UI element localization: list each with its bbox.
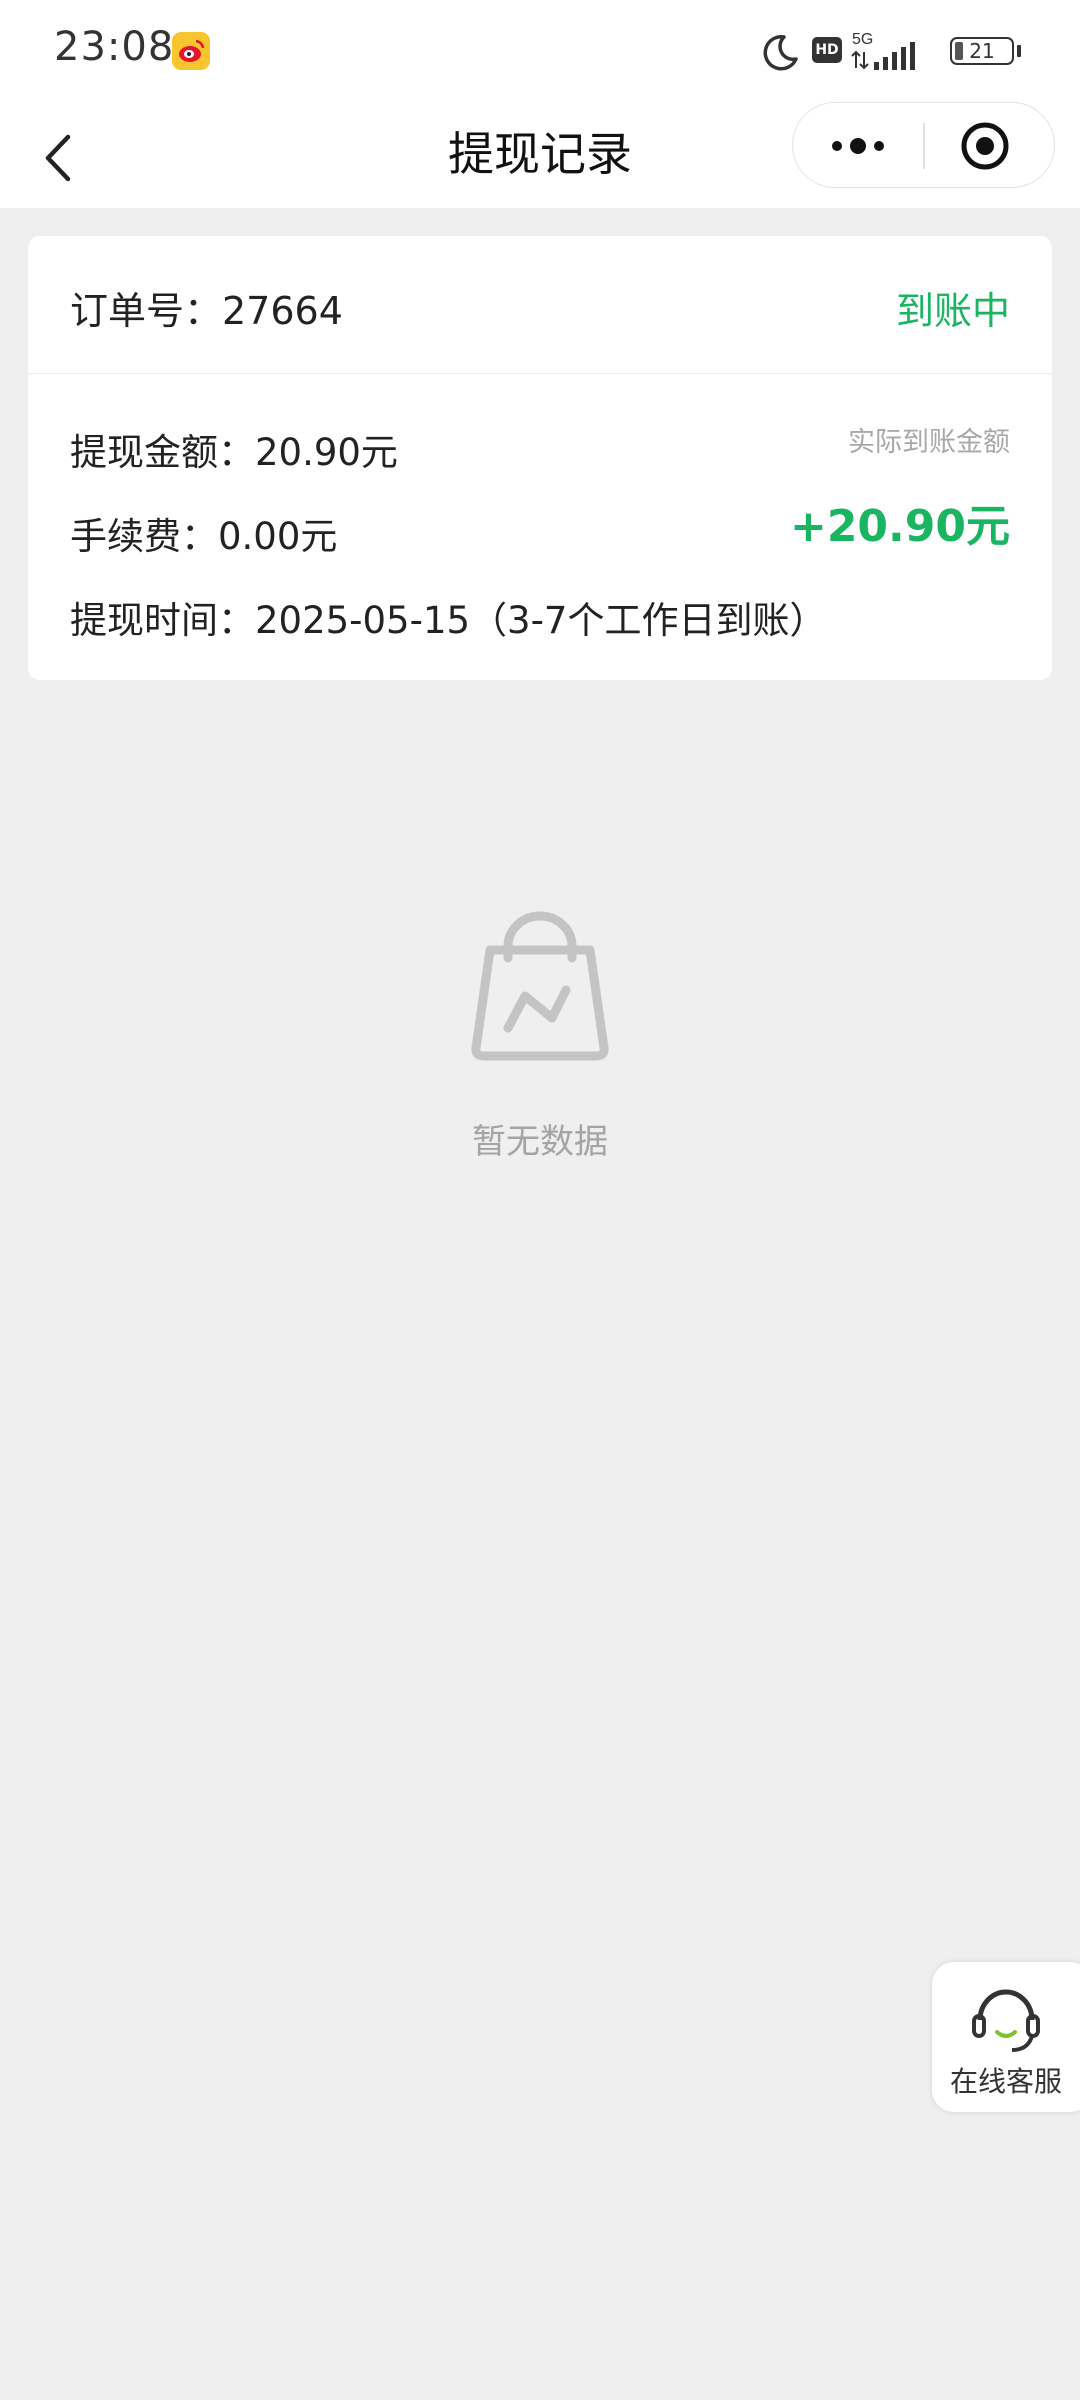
mini-program-capsule [792, 102, 1055, 188]
status-time: 23:08 [54, 24, 175, 70]
withdraw-time: 提现时间：2025-05-15（3-7个工作日到账） [70, 599, 827, 642]
network-type: 5G [852, 31, 873, 48]
close-target-icon [961, 122, 1009, 170]
signal-icon: 5G [850, 28, 944, 76]
back-button[interactable] [38, 120, 98, 190]
battery-icon: 21 [950, 37, 1014, 65]
status-icons: HD 5G 21 [760, 0, 1080, 100]
empty-text: 暂无数据 [472, 1122, 608, 1162]
order-status: 到账中 [895, 289, 1010, 333]
more-button[interactable] [793, 103, 923, 189]
online-service-button[interactable]: 在线客服 [932, 1962, 1080, 2112]
close-button[interactable] [925, 103, 1055, 189]
service-fee: 手续费：0.00元 [70, 515, 338, 558]
hd-icon: HD [812, 37, 842, 63]
battery-level: 21 [969, 39, 995, 63]
withdraw-amount: 提现金额：20.90元 [70, 431, 398, 474]
empty-bag-icon [468, 910, 612, 1062]
nav-bar: 提现记录 [0, 100, 1080, 208]
order-number: 订单号：27664 [70, 289, 343, 333]
headset-icon [968, 1980, 1044, 2060]
order-header: 订单号：27664 到账中 [28, 236, 1052, 374]
status-bar: 23:08 HD 5G 21 [0, 0, 1080, 100]
actual-amount: +20.90元 [789, 501, 1010, 552]
moon-icon [760, 32, 800, 76]
back-icon [45, 134, 71, 182]
service-label: 在线客服 [949, 2065, 1062, 2098]
withdrawal-record-card[interactable]: 订单号：27664 到账中 提现金额：20.90元 手续费：0.00元 提现时间… [28, 236, 1052, 680]
weibo-icon [172, 32, 210, 70]
actual-amount-label: 实际到账金额 [848, 427, 1010, 458]
more-icon [832, 138, 884, 154]
